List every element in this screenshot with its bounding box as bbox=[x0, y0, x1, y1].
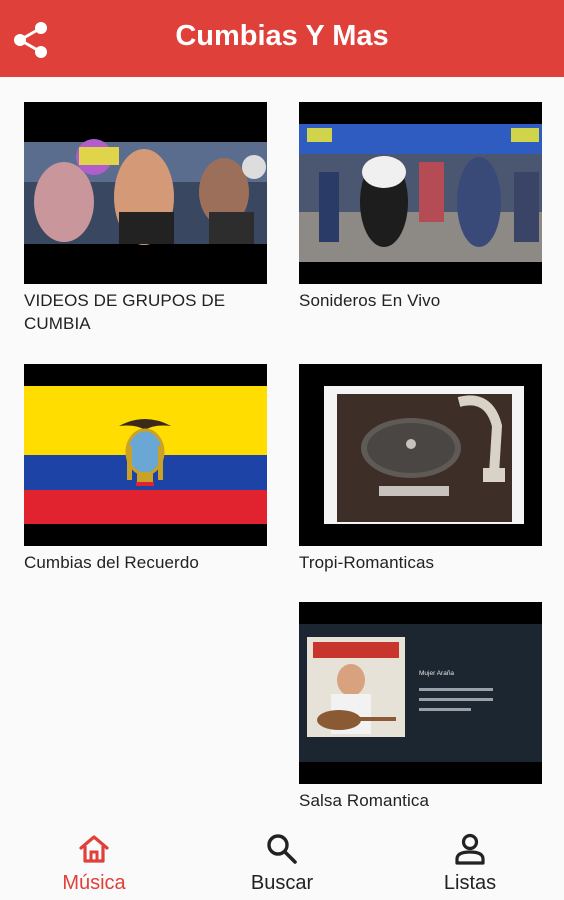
app-title: Cumbias Y Mas bbox=[175, 20, 389, 52]
album-title-text: Mujer Araña bbox=[419, 670, 454, 677]
home-icon bbox=[79, 835, 109, 863]
nav-label-musica: Música bbox=[62, 872, 126, 894]
category-card-tropi-romanticas[interactable]: Tropi-Romanticas bbox=[299, 364, 542, 574]
category-card-grupos-cumbia[interactable]: VIDEOS DE GRUPOS DE CUMBIA bbox=[24, 102, 267, 335]
category-card-sonideros[interactable]: Sonideros En Vivo bbox=[299, 102, 542, 312]
nav-label-buscar: Buscar bbox=[250, 872, 314, 894]
card-label: VIDEOS DE GRUPOS DE CUMBIA bbox=[24, 291, 226, 333]
card-label: Tropi-Romanticas bbox=[299, 553, 435, 572]
bottom-navigation: Música Buscar Listas bbox=[0, 818, 564, 900]
thumbnail-ecuador-flag[interactable] bbox=[24, 364, 267, 546]
thumbnail-sonideros[interactable] bbox=[299, 102, 542, 284]
card-label: Cumbias del Recuerdo bbox=[24, 553, 199, 572]
card-label: Sonideros En Vivo bbox=[299, 291, 441, 310]
app-bar: Cumbias Y Mas bbox=[0, 0, 564, 77]
nav-label-listas: Listas bbox=[443, 872, 497, 894]
thumbnail-record-player[interactable] bbox=[299, 364, 542, 546]
thumbnail-grupos-cumbia[interactable] bbox=[24, 102, 267, 284]
category-card-salsa-romantica[interactable]: Mujer Araña Salsa Romantica bbox=[299, 602, 542, 812]
search-icon bbox=[267, 834, 297, 864]
nav-item-musica[interactable]: Música bbox=[0, 818, 188, 900]
person-icon bbox=[455, 833, 485, 865]
nav-item-buscar[interactable]: Buscar bbox=[188, 818, 376, 900]
category-card-cumbias-recuerdo[interactable]: Cumbias del Recuerdo bbox=[24, 364, 267, 574]
thumbnail-album-cover[interactable]: Mujer Araña bbox=[299, 602, 542, 784]
nav-item-listas[interactable]: Listas bbox=[376, 818, 564, 900]
card-label: Salsa Romantica bbox=[299, 791, 430, 810]
